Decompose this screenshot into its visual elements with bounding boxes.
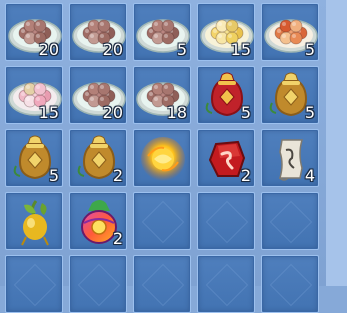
empty-slot[interactable]: [69, 255, 127, 313]
inventory-slot[interactable]: 20: [69, 3, 127, 61]
item-quantity: 2: [112, 229, 123, 248]
scroll-gutter[interactable]: [326, 0, 347, 286]
slot-pattern: [205, 263, 249, 307]
slot-pattern: [77, 263, 121, 307]
item-quantity: 15: [38, 103, 59, 122]
item-quantity: 5: [176, 40, 187, 59]
slot-pattern: [269, 263, 313, 307]
inventory-slot[interactable]: [133, 129, 191, 187]
empty-slot[interactable]: [197, 192, 255, 250]
item-quantity: 5: [240, 103, 251, 122]
empty-slot[interactable]: [133, 255, 191, 313]
item-quantity: 20: [102, 103, 123, 122]
item-quantity: 5: [304, 40, 315, 59]
inventory-slot[interactable]: [5, 192, 63, 250]
slot-pattern: [141, 263, 185, 307]
inventory-slot[interactable]: 15: [5, 66, 63, 124]
inventory-slot[interactable]: 5: [197, 66, 255, 124]
inventory-slot[interactable]: 2: [69, 192, 127, 250]
empty-slot[interactable]: [261, 255, 319, 313]
item-quantity: 5: [304, 103, 315, 122]
empty-slot[interactable]: [133, 192, 191, 250]
inventory-slot[interactable]: 5: [261, 66, 319, 124]
empty-slot[interactable]: [261, 192, 319, 250]
inventory-slot[interactable]: 5: [261, 3, 319, 61]
item-quantity: 2: [240, 166, 251, 185]
item-quantity: 5: [48, 166, 59, 185]
slot-pattern: [13, 263, 57, 307]
item-quantity: 20: [38, 40, 59, 59]
item-quantity: 4: [304, 166, 315, 185]
empty-slot[interactable]: [5, 255, 63, 313]
item-quantity: 15: [230, 40, 251, 59]
slot-pattern: [141, 200, 185, 244]
item-quantity: 20: [102, 40, 123, 59]
slot-pattern: [269, 200, 313, 244]
inventory-slot[interactable]: 2: [69, 129, 127, 187]
inventory-slot[interactable]: 5: [5, 129, 63, 187]
inventory-slot[interactable]: 18: [133, 66, 191, 124]
inventory-slot[interactable]: 2: [197, 129, 255, 187]
empty-slot[interactable]: [197, 255, 255, 313]
inventory-slot[interactable]: 20: [5, 3, 63, 61]
inventory-slot[interactable]: 5: [133, 3, 191, 61]
item-quantity: 18: [166, 103, 187, 122]
item-quantity: 2: [112, 166, 123, 185]
inventory-grid: 20 20 5 15 5 15 20 18 5 5 5 2 2 4 2: [0, 0, 347, 313]
inventory-slot[interactable]: 4: [261, 129, 319, 187]
inventory-slot[interactable]: 20: [69, 66, 127, 124]
inventory-slot[interactable]: 15: [197, 3, 255, 61]
slot-pattern: [205, 200, 249, 244]
